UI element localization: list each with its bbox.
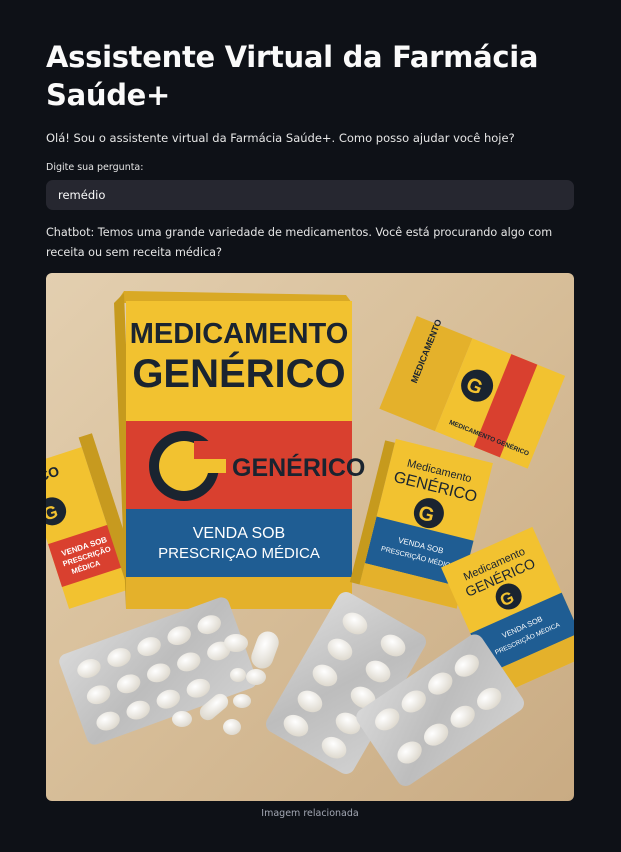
question-input-container[interactable] (46, 180, 574, 210)
page-title: Assistente Virtual da Farmácia Saúde+ (46, 40, 539, 112)
chatbot-response: Chatbot: Temos uma grande variedade de m… (46, 226, 553, 259)
image-caption: Imagem relacionada (261, 808, 359, 819)
box-main-line2: GENÉRICO (132, 351, 345, 396)
medication-illustration: ICO G VENDA SOB PRESCRIÇÃO MÉDICA MEDICA… (46, 291, 574, 786)
box-main: MEDICAMENTO GENÉRICO GENÉRICO VENDA SOB … (114, 291, 365, 609)
related-image: ICO G VENDA SOB PRESCRIÇÃO MÉDICA MEDICA… (46, 273, 574, 801)
box-main-rx-2: PRESCRIÇAO MÉDICA (158, 545, 320, 562)
question-input[interactable] (56, 187, 564, 203)
intro-text: Olá! Sou o assistente virtual da Farmáci… (46, 131, 515, 145)
box-main-brand: GENÉRICO (232, 453, 365, 482)
question-label: Digite sua pergunta: (46, 162, 144, 173)
box-main-line1: MEDICAMENTO (130, 318, 349, 350)
box-main-rx-1: VENDA SOB (193, 525, 285, 542)
